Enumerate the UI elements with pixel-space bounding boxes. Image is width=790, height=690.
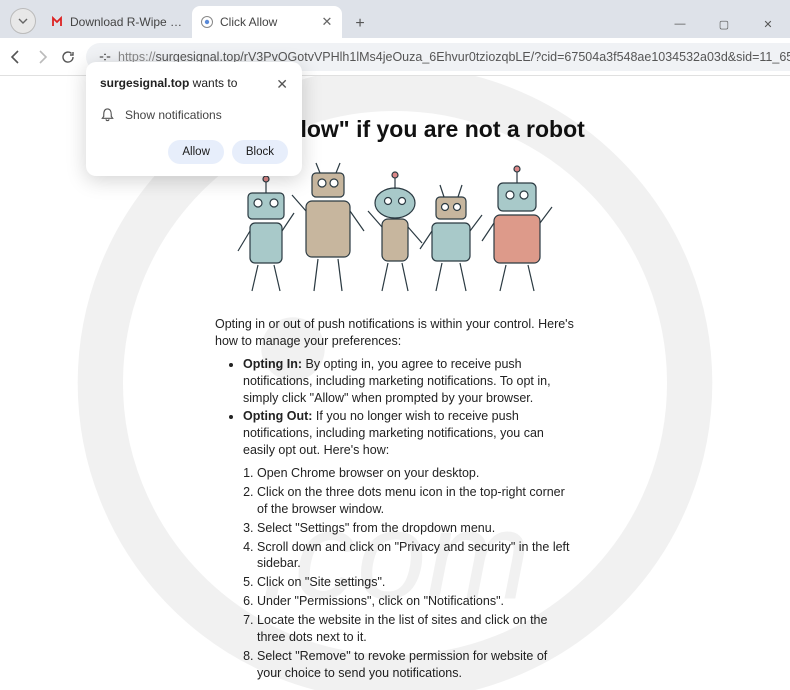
tab-0[interactable]: Download R-Wipe & Clean 20.0 (42, 6, 192, 38)
chevron-down-icon (18, 16, 28, 26)
back-button[interactable] (8, 46, 24, 68)
minimize-button[interactable]: — (658, 10, 702, 38)
forward-button[interactable] (34, 46, 50, 68)
titlebar: Download R-Wipe & Clean 20.0 Click Allow… (0, 0, 790, 38)
allow-button[interactable]: Allow (168, 140, 223, 164)
arrow-left-icon (8, 49, 24, 65)
close-icon[interactable]: ✕ (320, 15, 334, 29)
notification-permission-popup: surgesignal.top wants to ✕ Show notifica… (86, 62, 302, 176)
window-controls: — ▢ ✕ (658, 8, 790, 38)
arrow-right-icon (34, 49, 50, 65)
step: Click on "Site settings". (257, 574, 575, 591)
profile-button[interactable] (10, 8, 36, 34)
step: Click on the three dots menu icon in the… (257, 484, 575, 518)
reload-button[interactable] (60, 46, 76, 68)
step: Under "Permissions", click on "Notificat… (257, 593, 575, 610)
step: Locate the website in the list of sites … (257, 612, 575, 646)
block-button[interactable]: Block (232, 140, 288, 164)
reload-icon (60, 49, 76, 65)
step: Select "Settings" from the dropdown menu… (257, 520, 575, 537)
intro-text: Opting in or out of push notifications i… (215, 316, 575, 350)
optin-item: Opting In: By opting in, you agree to re… (243, 356, 575, 407)
permission-title: surgesignal.top wants to (100, 76, 237, 90)
close-window-button[interactable]: ✕ (746, 10, 790, 38)
maximize-button[interactable]: ▢ (702, 10, 746, 38)
info-text: Opting in or out of push notifications i… (215, 316, 575, 682)
permission-item: Show notifications (100, 107, 288, 122)
tab-title: Download R-Wipe & Clean 20.0 (70, 15, 184, 29)
permission-label: Show notifications (125, 108, 222, 122)
bell-icon (100, 107, 115, 122)
step: Scroll down and click on "Privacy and se… (257, 539, 575, 573)
tab-1[interactable]: Click Allow ✕ (192, 6, 342, 38)
new-tab-button[interactable]: + (346, 10, 374, 38)
optout-item: Opting Out: If you no longer wish to rec… (243, 408, 575, 459)
tab-title: Click Allow (220, 15, 314, 29)
step: Open Chrome browser on your desktop. (257, 465, 575, 482)
favicon-icon (200, 15, 214, 29)
steps-list: Open Chrome browser on your desktop. Cli… (215, 465, 575, 682)
step: Select "Remove" to revoke permission for… (257, 648, 575, 682)
tab-strip: Download R-Wipe & Clean 20.0 Click Allow… (42, 6, 658, 38)
favicon-icon (50, 15, 64, 29)
close-icon[interactable]: ✕ (276, 76, 288, 93)
